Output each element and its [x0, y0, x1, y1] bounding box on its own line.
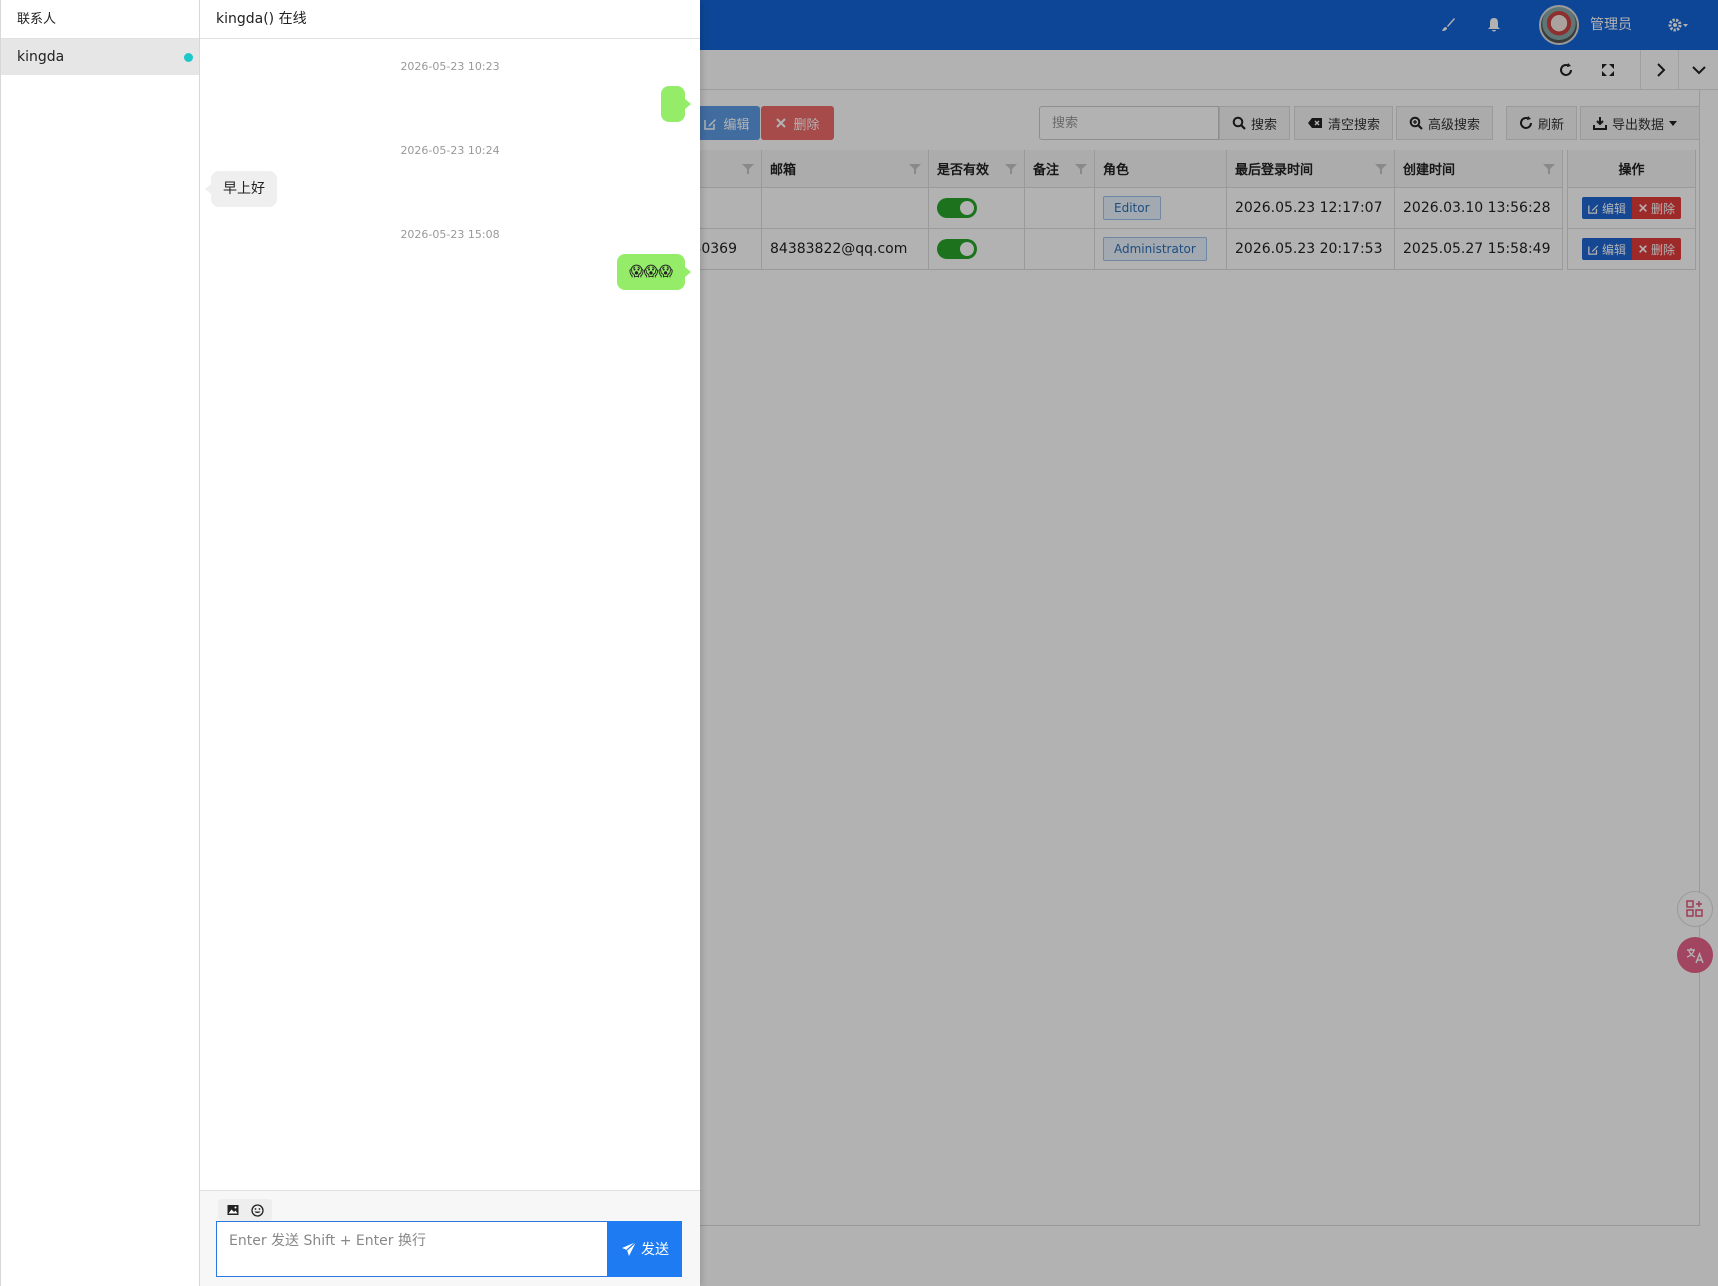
send-button-label: 发送: [641, 1242, 669, 1258]
conversation-title: kingda() 在线: [200, 0, 700, 39]
contacts-title: 联系人: [1, 0, 199, 39]
conversation-pane: kingda() 在线 2026-05-23 10:23 2026-05-23 …: [200, 0, 700, 1286]
compose-area: 发送: [200, 1190, 700, 1286]
online-status-dot: [184, 53, 193, 62]
message-bubble-out[interactable]: 😱😱😱: [617, 254, 691, 290]
message-bubble-in[interactable]: 早上好: [205, 171, 277, 207]
contact-name: kingda: [17, 49, 65, 65]
compose-toolbar: [218, 1199, 272, 1221]
message-timestamp: 2026-05-23 15:08: [400, 228, 500, 241]
message-input[interactable]: [216, 1221, 608, 1277]
paper-plane-icon: [622, 1241, 637, 1256]
contacts-sidebar: 联系人 kingda: [0, 0, 200, 1286]
chat-panel: 联系人 kingda kingda() 在线 2026-05-23 10:23 …: [0, 0, 700, 1286]
message-timestamp: 2026-05-23 10:23: [400, 60, 500, 73]
message-timestamp: 2026-05-23 10:24: [400, 144, 500, 157]
send-button[interactable]: 发送: [608, 1221, 682, 1277]
message-bubble-out[interactable]: [661, 86, 691, 122]
image-icon[interactable]: [222, 1199, 244, 1221]
contact-item-kingda[interactable]: kingda: [1, 39, 199, 75]
message-list: 2026-05-23 10:23 2026-05-23 10:24 早上好 20…: [200, 39, 700, 1190]
emoji-icon[interactable]: [246, 1199, 268, 1221]
